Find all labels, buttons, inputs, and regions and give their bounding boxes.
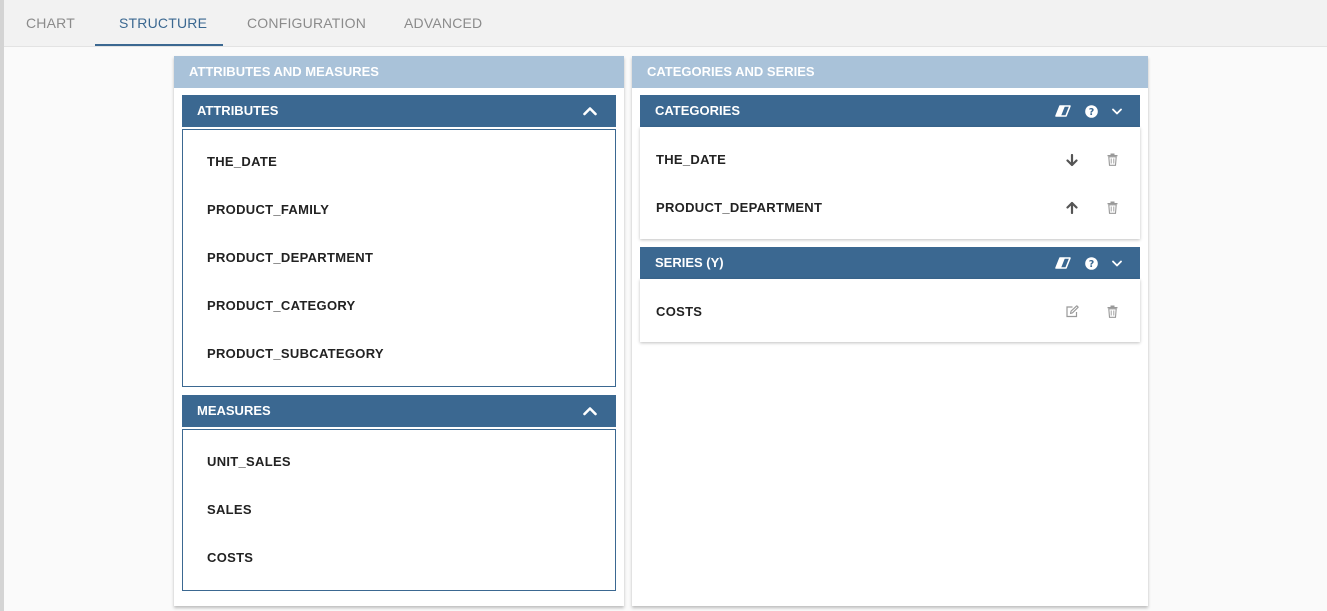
measures-header[interactable]: MEASURES bbox=[182, 395, 616, 427]
trash-icon[interactable] bbox=[1103, 301, 1121, 321]
list-item[interactable]: PRODUCT_SUBCATEGORY bbox=[207, 344, 384, 364]
chevron-up-icon[interactable] bbox=[582, 95, 598, 127]
series-list: COSTS bbox=[640, 279, 1140, 342]
trash-icon[interactable] bbox=[1103, 197, 1121, 217]
active-tab-indicator bbox=[95, 44, 223, 46]
measures-title: MEASURES bbox=[197, 403, 271, 418]
list-item[interactable]: THE_DATE bbox=[207, 152, 277, 172]
categories-and-series-panel: CATEGORIES AND SERIES CATEGORIES ? THE_D… bbox=[632, 56, 1148, 606]
tab-structure[interactable]: STRUCTURE bbox=[119, 0, 207, 46]
help-icon[interactable]: ? bbox=[1082, 95, 1100, 127]
list-item[interactable]: THE_DATE bbox=[656, 150, 726, 170]
arrow-up-icon[interactable] bbox=[1063, 197, 1081, 217]
categories-and-series-title: CATEGORIES AND SERIES bbox=[632, 56, 1148, 88]
list-item[interactable]: PRODUCT_DEPARTMENT bbox=[207, 248, 373, 268]
edit-icon[interactable] bbox=[1063, 301, 1081, 321]
list-item[interactable]: UNIT_SALES bbox=[207, 452, 291, 472]
categories-header: CATEGORIES ? bbox=[640, 95, 1140, 127]
categories-list: THE_DATE PRODUCT_DEPARTMENT bbox=[640, 127, 1140, 239]
help-icon[interactable]: ? bbox=[1082, 247, 1100, 279]
chevron-down-icon[interactable] bbox=[1108, 95, 1126, 127]
attributes-and-measures-panel: ATTRIBUTES AND MEASURES ATTRIBUTES THE_D… bbox=[174, 56, 624, 606]
svg-text:?: ? bbox=[1088, 259, 1094, 270]
series-header: SERIES (Y) ? bbox=[640, 247, 1140, 279]
list-item[interactable]: PRODUCT_DEPARTMENT bbox=[656, 198, 822, 218]
attributes-list: THE_DATE PRODUCT_FAMILY PRODUCT_DEPARTME… bbox=[182, 129, 616, 387]
attributes-header[interactable]: ATTRIBUTES bbox=[182, 95, 616, 127]
attributes-and-measures-title: ATTRIBUTES AND MEASURES bbox=[174, 56, 624, 88]
tab-bar: CHART STRUCTURE CONFIGURATION ADVANCED bbox=[4, 0, 1327, 47]
list-item[interactable]: COSTS bbox=[207, 548, 253, 568]
tab-configuration[interactable]: CONFIGURATION bbox=[247, 0, 366, 46]
chevron-down-icon[interactable] bbox=[1108, 247, 1126, 279]
list-item[interactable]: COSTS bbox=[656, 302, 702, 322]
trash-icon[interactable] bbox=[1103, 149, 1121, 169]
eraser-icon[interactable] bbox=[1054, 247, 1072, 279]
list-item[interactable]: PRODUCT_FAMILY bbox=[207, 200, 329, 220]
attributes-title: ATTRIBUTES bbox=[197, 103, 279, 118]
categories-title: CATEGORIES bbox=[655, 103, 740, 118]
measures-list: UNIT_SALES SALES COSTS bbox=[182, 429, 616, 591]
left-edge-border bbox=[0, 0, 4, 611]
eraser-icon[interactable] bbox=[1054, 95, 1072, 127]
arrow-down-icon[interactable] bbox=[1063, 150, 1081, 170]
series-title: SERIES (Y) bbox=[655, 255, 724, 270]
svg-text:?: ? bbox=[1088, 107, 1094, 118]
list-item[interactable]: PRODUCT_CATEGORY bbox=[207, 296, 356, 316]
tab-chart[interactable]: CHART bbox=[26, 0, 75, 46]
list-item[interactable]: SALES bbox=[207, 500, 252, 520]
chevron-up-icon[interactable] bbox=[582, 395, 598, 427]
tab-advanced[interactable]: ADVANCED bbox=[404, 0, 482, 46]
